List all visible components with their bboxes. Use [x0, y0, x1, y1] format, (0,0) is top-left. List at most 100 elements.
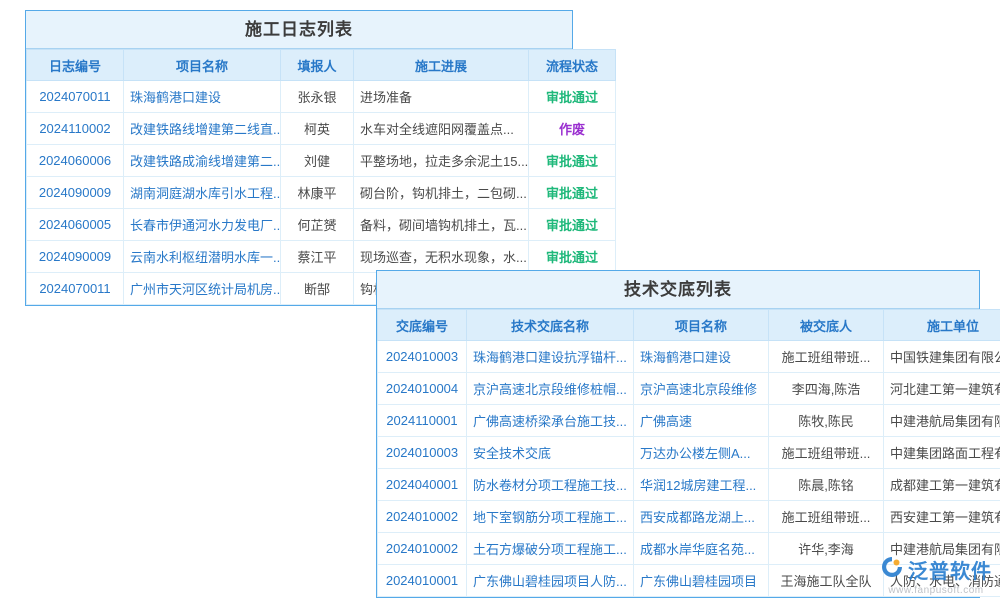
- cell-status: 审批通过: [529, 81, 616, 113]
- cell-id[interactable]: 2024010004: [378, 373, 467, 405]
- cell-unit: 中建集团路面工程有...: [884, 437, 1000, 469]
- cell-name[interactable]: 珠海鹤港口建设抗浮锚杆...: [467, 341, 634, 373]
- cell-reporter: 何芷赟: [281, 209, 354, 241]
- column-header-unit: 施工单位: [884, 310, 1000, 341]
- cell-id[interactable]: 2024060005: [27, 209, 124, 241]
- cell-project[interactable]: 长春市伊通河水力发电厂...: [124, 209, 281, 241]
- cell-status: 作废: [529, 113, 616, 145]
- cell-id[interactable]: 2024060006: [27, 145, 124, 177]
- cell-id[interactable]: 2024010003: [378, 341, 467, 373]
- table-row: 2024040001防水卷材分项工程施工技...华润12城房建工程...陈晨,陈…: [378, 469, 1000, 501]
- cell-name[interactable]: 广佛高速桥梁承台施工技...: [467, 405, 634, 437]
- cell-status: 审批通过: [529, 145, 616, 177]
- cell-name[interactable]: 土石方爆破分项工程施工...: [467, 533, 634, 565]
- table-row: 2024060005长春市伊通河水力发电厂...何芷赟备料，砌间墙钩机排土，瓦.…: [27, 209, 616, 241]
- cell-id[interactable]: 2024010003: [378, 437, 467, 469]
- column-header-project: 项目名称: [634, 310, 769, 341]
- cell-id[interactable]: 2024070011: [27, 81, 124, 113]
- cell-project[interactable]: 湖南洞庭湖水库引水工程...: [124, 177, 281, 209]
- cell-project[interactable]: 云南水利枢纽潜明水库一...: [124, 241, 281, 273]
- cell-unit: 西安建工第一建筑有...: [884, 501, 1000, 533]
- cell-project[interactable]: 广佛高速: [634, 405, 769, 437]
- cell-project[interactable]: 珠海鹤港口建设: [634, 341, 769, 373]
- cell-project[interactable]: 西安成都路龙湖上...: [634, 501, 769, 533]
- cell-progress: 备料，砌间墙钩机排土，瓦...: [354, 209, 529, 241]
- cell-project[interactable]: 成都水岸华庭名苑...: [634, 533, 769, 565]
- fanpu-brand-text: 泛普软件: [908, 555, 992, 584]
- cell-project[interactable]: 改建铁路成渝线增建第二...: [124, 145, 281, 177]
- technical-disclosure-window: 技术交底列表 交底编号技术交底名称项目名称被交底人施工单位 2024010003…: [376, 270, 980, 598]
- table-row: 2024010003安全技术交底万达办公楼左侧A...施工班组带班...中建集团…: [378, 437, 1000, 469]
- cell-reporter: 刘健: [281, 145, 354, 177]
- cell-reporter: 柯英: [281, 113, 354, 145]
- disclosure-table-header: 交底编号技术交底名称项目名称被交底人施工单位: [378, 310, 1000, 341]
- cell-status: 审批通过: [529, 177, 616, 209]
- cell-reporter: 张永银: [281, 81, 354, 113]
- cell-id[interactable]: 2024110002: [27, 113, 124, 145]
- cell-project[interactable]: 京沪高速北京段维修: [634, 373, 769, 405]
- header-row: 日志编号项目名称填报人施工进展流程状态: [27, 50, 616, 81]
- cell-id[interactable]: 2024070011: [27, 273, 124, 305]
- cell-unit: 中国铁建集团有限公司: [884, 341, 1000, 373]
- fanpu-logo: 泛普软件 www.fanpusoft.com: [880, 555, 992, 596]
- header-row: 交底编号技术交底名称项目名称被交底人施工单位: [378, 310, 1000, 341]
- cell-status: 审批通过: [529, 209, 616, 241]
- table-row: 2024070011珠海鹤港口建设张永银进场准备审批通过: [27, 81, 616, 113]
- disclosure-table-title: 技术交底列表: [377, 271, 979, 309]
- cell-reporter: 断郜: [281, 273, 354, 305]
- cell-id[interactable]: 2024110001: [378, 405, 467, 437]
- column-header-progress: 施工进展: [354, 50, 529, 81]
- cell-project[interactable]: 华润12城房建工程...: [634, 469, 769, 501]
- cell-id[interactable]: 2024090009: [27, 241, 124, 273]
- cell-project[interactable]: 改建铁路线增建第二线直...: [124, 113, 281, 145]
- cell-name[interactable]: 广东佛山碧桂园项目人防...: [467, 565, 634, 597]
- cell-project[interactable]: 广州市天河区统计局机房...: [124, 273, 281, 305]
- construction-log-window: 施工日志列表 日志编号项目名称填报人施工进展流程状态 2024070011珠海鹤…: [25, 10, 573, 306]
- cell-project[interactable]: 万达办公楼左侧A...: [634, 437, 769, 469]
- column-header-project: 项目名称: [124, 50, 281, 81]
- cell-id[interactable]: 2024040001: [378, 469, 467, 501]
- cell-person: 施工班组带班...: [769, 501, 884, 533]
- cell-progress: 平整场地，拉走多余泥土15...: [354, 145, 529, 177]
- cell-person: 陈牧,陈民: [769, 405, 884, 437]
- cell-progress: 水车对全线遮阳网覆盖点...: [354, 113, 529, 145]
- table-row: 2024010003珠海鹤港口建设抗浮锚杆...珠海鹤港口建设施工班组带班...…: [378, 341, 1000, 373]
- cell-person: 王海施工队全队: [769, 565, 884, 597]
- cell-id[interactable]: 2024010001: [378, 565, 467, 597]
- cell-reporter: 蔡江平: [281, 241, 354, 273]
- cell-progress: 砌台阶，钩机排土，二包砌...: [354, 177, 529, 209]
- cell-name[interactable]: 安全技术交底: [467, 437, 634, 469]
- column-header-status: 流程状态: [529, 50, 616, 81]
- technical-disclosure-table: 交底编号技术交底名称项目名称被交底人施工单位 2024010003珠海鹤港口建设…: [377, 309, 1000, 597]
- table-row: 2024060006改建铁路成渝线增建第二...刘健平整场地，拉走多余泥土15.…: [27, 145, 616, 177]
- cell-project[interactable]: 广东佛山碧桂园项目: [634, 565, 769, 597]
- cell-id[interactable]: 2024010002: [378, 533, 467, 565]
- cell-name[interactable]: 京沪高速北京段维修桩帽...: [467, 373, 634, 405]
- cell-name[interactable]: 地下室钢筋分项工程施工...: [467, 501, 634, 533]
- cell-name[interactable]: 防水卷材分项工程施工技...: [467, 469, 634, 501]
- cell-status: 审批通过: [529, 241, 616, 273]
- table-row: 2024090009云南水利枢纽潜明水库一...蔡江平现场巡查，无积水现象，水.…: [27, 241, 616, 273]
- cell-progress: 进场准备: [354, 81, 529, 113]
- cell-unit: 中建港航局集团有限...: [884, 405, 1000, 437]
- cell-person: 李四海,陈浩: [769, 373, 884, 405]
- cell-unit: 河北建工第一建筑有...: [884, 373, 1000, 405]
- cell-person: 施工班组带班...: [769, 437, 884, 469]
- cell-unit: 成都建工第一建筑有...: [884, 469, 1000, 501]
- column-header-reporter: 填报人: [281, 50, 354, 81]
- log-table-header: 日志编号项目名称填报人施工进展流程状态: [27, 50, 616, 81]
- cell-reporter: 林康平: [281, 177, 354, 209]
- table-row: 2024110002改建铁路线增建第二线直...柯英水车对全线遮阳网覆盖点...…: [27, 113, 616, 145]
- cell-project[interactable]: 珠海鹤港口建设: [124, 81, 281, 113]
- cell-id[interactable]: 2024010002: [378, 501, 467, 533]
- fanpu-url-text: www.fanpusoft.com: [880, 585, 992, 596]
- cell-person: 陈晨,陈铭: [769, 469, 884, 501]
- column-header-id: 交底编号: [378, 310, 467, 341]
- column-header-id: 日志编号: [27, 50, 124, 81]
- column-header-person: 被交底人: [769, 310, 884, 341]
- cell-id[interactable]: 2024090009: [27, 177, 124, 209]
- cell-progress: 现场巡查，无积水现象，水...: [354, 241, 529, 273]
- table-row: 2024090009湖南洞庭湖水库引水工程...林康平砌台阶，钩机排土，二包砌.…: [27, 177, 616, 209]
- fanpu-logo-icon: [880, 555, 904, 584]
- table-row: 2024110001广佛高速桥梁承台施工技...广佛高速陈牧,陈民中建港航局集团…: [378, 405, 1000, 437]
